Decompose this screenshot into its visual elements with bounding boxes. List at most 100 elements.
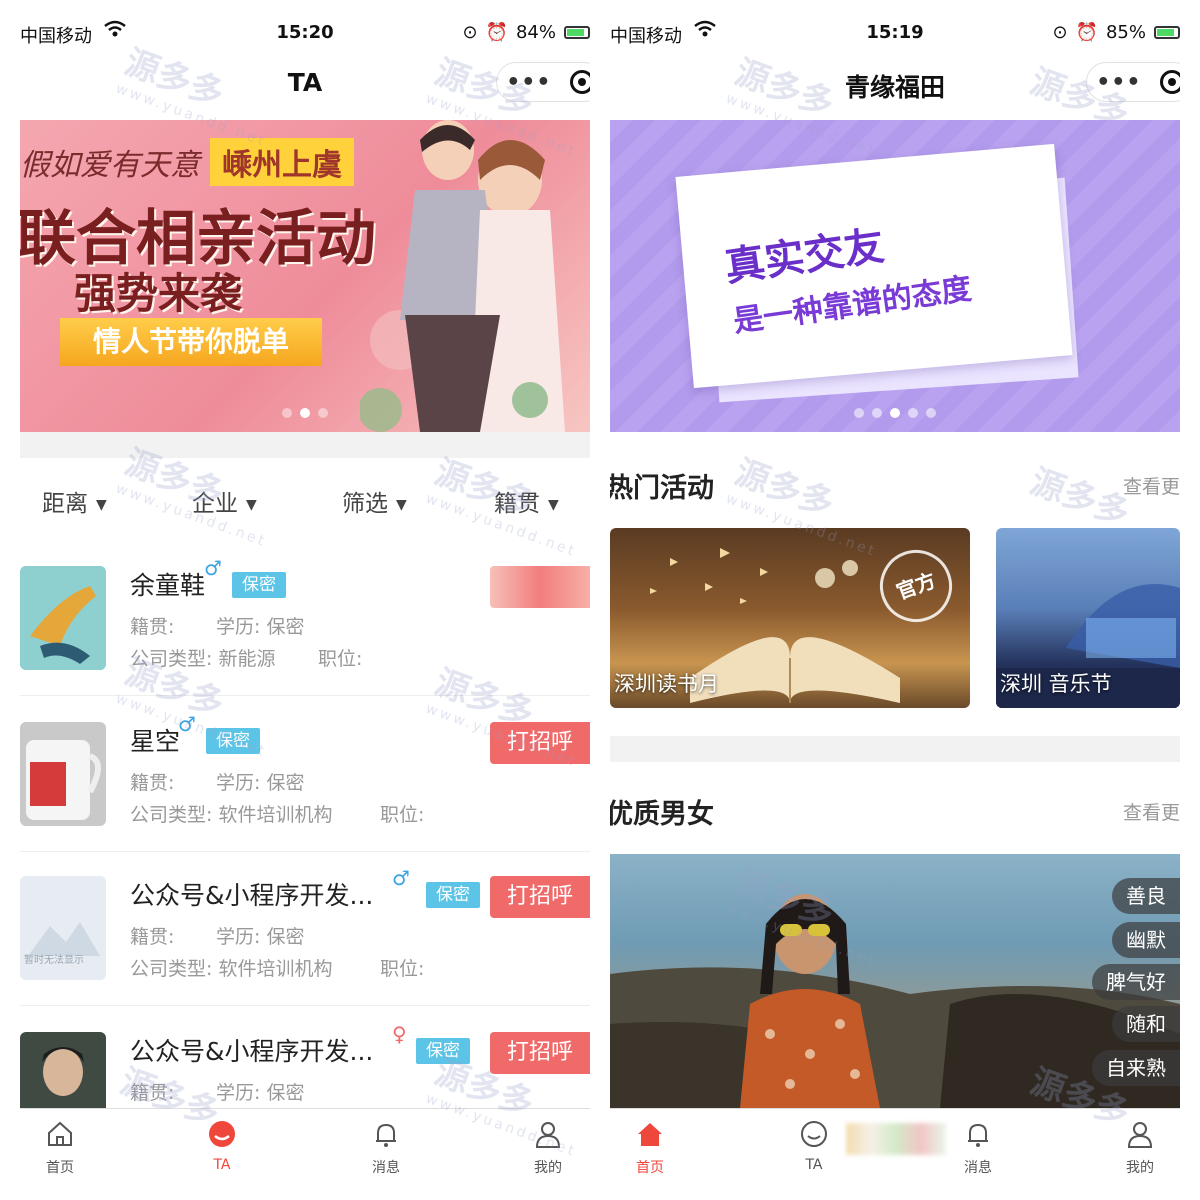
avatar-placeholder-text: 暂时无法显示 [24, 955, 84, 966]
position-label: 职位: [380, 958, 425, 980]
section-title: 优质男女 [610, 799, 714, 830]
filter-label: 籍贯 [494, 491, 540, 517]
carousel-dot[interactable] [854, 408, 864, 418]
bell-icon [938, 1119, 1018, 1149]
banner-location-tag: 嵊州上虞 [210, 138, 354, 186]
tab-label: 首页 [636, 1160, 664, 1176]
privacy-badge: 保密 [206, 728, 260, 754]
caret-down-icon: ▼ [548, 496, 559, 513]
user-icon [1100, 1119, 1180, 1149]
battery-label: 84% [515, 22, 556, 43]
user-card[interactable]: 星空 ♂ 保密 籍贯: 学历: 保密 公司类型: 软件培训机构 职位: 打招呼 [20, 712, 590, 852]
section-divider [20, 432, 590, 458]
battery-label: 85% [1105, 22, 1146, 43]
view-more-link[interactable]: 查看更 [1123, 472, 1180, 499]
bell-icon [346, 1119, 426, 1149]
avatar[interactable]: 暂时无法显示 [20, 876, 106, 980]
company-type-label: 公司类型: 新能源 [130, 648, 276, 670]
hot-activities-header: 热门活动 查看更 [610, 466, 1180, 506]
privacy-badge: 保密 [426, 882, 480, 908]
native-place-label: 籍贯: [130, 772, 175, 794]
tab-label: 我的 [1126, 1160, 1154, 1176]
privacy-badge: 保密 [232, 572, 286, 598]
banner-carousel[interactable]: 假如爱有天意 嵊州上虞 联合相亲活动 强势来袭 情人节带你脱单 [20, 120, 590, 432]
tab-home[interactable]: 首页 [610, 1119, 690, 1177]
company-type-label: 公司类型: 软件培训机构 [130, 804, 333, 826]
tab-ta[interactable]: TA [774, 1119, 854, 1173]
caret-down-icon: ▼ [246, 496, 257, 513]
nav-bar: 青缘福田 ••• [610, 60, 1180, 108]
carousel-dot[interactable] [908, 408, 918, 418]
tab-mine[interactable]: 我的 [1100, 1119, 1180, 1177]
greet-button[interactable]: 打招呼 [490, 722, 590, 764]
alarm-icon: ⏰ [485, 22, 508, 43]
status-right: ⊙ ⏰ 84% [462, 22, 590, 43]
greet-button[interactable] [490, 566, 590, 608]
activity-card[interactable]: 深圳 音乐节 [996, 528, 1180, 708]
education-label: 学历: 保密 [216, 1082, 305, 1104]
close-mini-program-icon[interactable] [569, 70, 590, 94]
user-card[interactable]: 余童鞋 ♂ 保密 籍贯: 学历: 保密 公司类型: 新能源 职位: [20, 556, 590, 696]
section-divider [610, 736, 1180, 762]
user-card[interactable]: 暂时无法显示 公众号&小程序开发... ♂ 保密 籍贯: 学历: 保密 公司类型… [20, 866, 590, 1006]
filter-label: 距离 [42, 491, 88, 517]
couple-illustration [360, 120, 565, 432]
filter-distance[interactable]: 距离 ▼ [42, 484, 107, 518]
filter-screen[interactable]: 筛选 ▼ [342, 484, 407, 518]
carousel-indicators [20, 408, 590, 418]
filter-label: 筛选 [342, 491, 388, 517]
avatar[interactable] [20, 566, 106, 670]
filter-company[interactable]: 企业 ▼ [192, 484, 257, 518]
carousel-indicators [610, 408, 1180, 418]
status-bar: 中国移动 15:19 ⊙ ⏰ 85% [610, 18, 1180, 52]
filter-native-place[interactable]: 籍贯 ▼ [494, 484, 559, 518]
ta-icon [774, 1119, 854, 1149]
carousel-dot[interactable] [926, 408, 936, 418]
user-name: 公众号&小程序开发... [130, 881, 374, 910]
mini-program-capsule[interactable]: ••• [496, 62, 590, 102]
activity-card[interactable]: 官方 深圳读书月 [610, 528, 970, 708]
home-icon [610, 1119, 690, 1149]
tab-mine[interactable]: 我的 [508, 1119, 588, 1177]
greet-button[interactable]: 打招呼 [490, 1032, 590, 1074]
tab-bar: 首页 TA 消息 我的 [20, 1108, 590, 1200]
section-title: 热门活动 [610, 473, 714, 504]
tab-messages[interactable]: 消息 [938, 1119, 1018, 1177]
carousel-dot[interactable] [318, 408, 328, 418]
tab-label: 消息 [372, 1160, 400, 1176]
greet-button[interactable]: 打招呼 [490, 876, 590, 918]
avatar[interactable] [20, 722, 106, 826]
more-menu-icon[interactable]: ••• [1096, 70, 1141, 95]
caret-down-icon: ▼ [396, 496, 407, 513]
position-label: 职位: [318, 648, 363, 670]
ta-icon [182, 1119, 262, 1149]
tab-messages[interactable]: 消息 [346, 1119, 426, 1177]
tab-ta[interactable]: TA [182, 1119, 262, 1173]
carousel-dot[interactable] [872, 408, 882, 418]
mini-program-capsule[interactable]: ••• [1086, 62, 1180, 102]
orientation-lock-icon: ⊙ [462, 22, 478, 43]
personality-tag: 幽默 [1112, 922, 1180, 958]
education-label: 学历: 保密 [216, 772, 305, 794]
more-menu-icon[interactable]: ••• [506, 70, 551, 95]
male-icon: ♂ [392, 866, 410, 890]
carousel-dot[interactable] [282, 408, 292, 418]
nav-bar: TA ••• [20, 60, 590, 108]
close-mini-program-icon[interactable] [1159, 70, 1180, 94]
carousel-dot-active[interactable] [890, 408, 900, 418]
filter-bar: 距离 ▼ 企业 ▼ 筛选 ▼ 籍贯 ▼ [20, 480, 590, 520]
native-place-label: 籍贯: [130, 616, 175, 638]
tab-home[interactable]: 首页 [20, 1119, 100, 1177]
filter-label: 企业 [192, 491, 238, 517]
user-name: 余童鞋 [130, 571, 206, 600]
tab-label: 我的 [534, 1160, 562, 1176]
status-right: ⊙ ⏰ 85% [1052, 22, 1180, 43]
banner-carousel[interactable]: 真实交友 是一种靠谱的态度 [610, 120, 1180, 432]
featured-member-card[interactable]: 善良 幽默 脾气好 随和 自来熟 [610, 854, 1180, 1108]
carousel-dot-active[interactable] [300, 408, 310, 418]
banner-line1: 假如爱有天意 [20, 148, 200, 183]
view-more-link[interactable]: 查看更 [1123, 798, 1180, 825]
redacted-area [846, 1123, 946, 1155]
tab-label: TA [805, 1157, 823, 1173]
battery-icon [564, 26, 590, 39]
